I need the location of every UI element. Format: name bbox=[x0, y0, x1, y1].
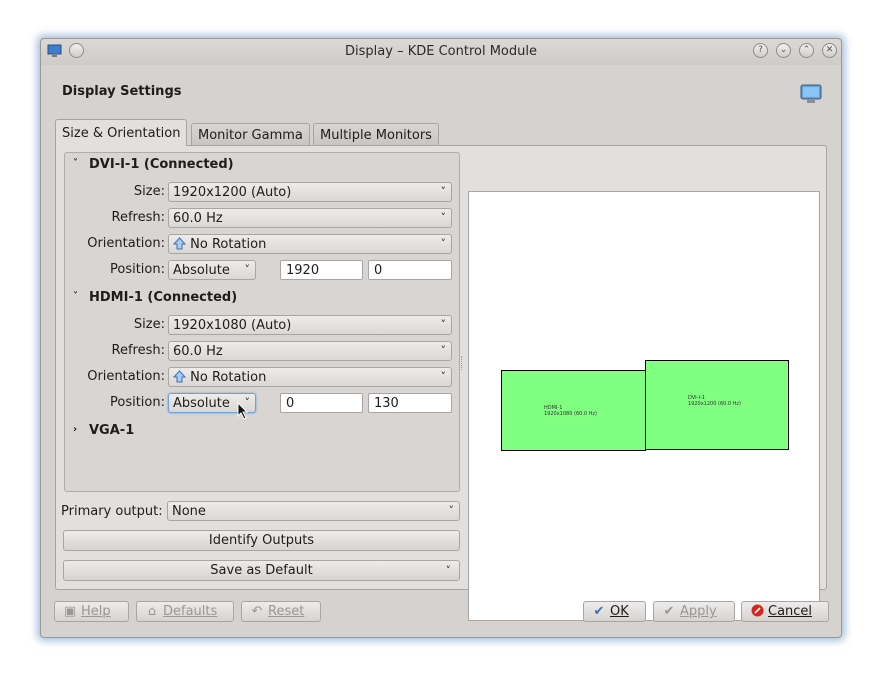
chevron-down-icon: ˅ bbox=[440, 185, 447, 198]
hdmi-orientation-select[interactable]: No Rotation ˅ bbox=[168, 367, 452, 387]
display-monitor-icon bbox=[800, 84, 822, 103]
defaults-label: Defaults bbox=[163, 604, 218, 619]
chevron-down-icon: ˅ bbox=[448, 504, 455, 517]
hdmi-section-title[interactable]: HDMI-1 (Connected) bbox=[89, 290, 237, 305]
chevron-down-icon: ˅ bbox=[440, 318, 447, 331]
rotation-up-arrow-icon bbox=[172, 370, 187, 383]
vga-expand-chevron-icon[interactable]: › bbox=[73, 424, 77, 435]
hdmi-refresh-value: 60.0 Hz bbox=[173, 344, 223, 359]
dvi-preview-text: DVI-I-1 1920x1200 (60.0 Hz) bbox=[688, 395, 741, 407]
dvi-preview-mode: 1920x1200 (60.0 Hz) bbox=[688, 401, 742, 407]
window-title: Display – KDE Control Module bbox=[345, 44, 537, 59]
hdmi-orientation-label: Orientation: bbox=[87, 369, 165, 384]
chevron-down-icon: ˅ bbox=[440, 237, 447, 250]
cancel-button[interactable]: Cancel bbox=[741, 601, 829, 622]
splitter-handle[interactable] bbox=[461, 356, 465, 370]
reset-button[interactable]: ↶ Reset bbox=[241, 601, 321, 622]
dvi-refresh-label: Refresh: bbox=[111, 210, 165, 225]
tab-panel: ˅ DVI-I-1 (Connected) Size: 1920x1200 (A… bbox=[55, 145, 827, 621]
hdmi-position-y-input[interactable]: 130 bbox=[368, 393, 452, 413]
cancel-label: Cancel bbox=[768, 604, 813, 619]
hdmi-refresh-label: Refresh: bbox=[111, 343, 165, 358]
dvi-position-mode-select[interactable]: Absolute ˅ bbox=[168, 260, 256, 280]
primary-output-select[interactable]: None ˅ bbox=[167, 501, 460, 521]
apply-label: Apply bbox=[680, 604, 717, 619]
chevron-down-icon: ˅ bbox=[440, 370, 447, 383]
save-as-default-button[interactable]: Save as Default ˅ bbox=[63, 560, 460, 581]
rotation-up-arrow-icon bbox=[172, 237, 187, 250]
monitor-layout-preview: HDMI-1 1920x1080 (60.0 Hz) DVI-I-1 1920x… bbox=[468, 191, 820, 621]
apply-button[interactable]: ✔ Apply bbox=[653, 601, 735, 622]
primary-output-value: None bbox=[172, 504, 206, 519]
dvi-orientation-select[interactable]: No Rotation ˅ bbox=[168, 234, 452, 254]
outputs-panel: ˅ DVI-I-1 (Connected) Size: 1920x1200 (A… bbox=[64, 152, 460, 492]
dvi-collapse-chevron-icon[interactable]: ˅ bbox=[73, 158, 78, 169]
chevron-down-icon: ˅ bbox=[440, 211, 447, 224]
minimize-button[interactable]: ⌄ bbox=[776, 43, 791, 58]
maximize-button[interactable]: ⌃ bbox=[799, 43, 814, 58]
defaults-icon: ⌂ bbox=[147, 604, 157, 619]
dvi-monitor-preview[interactable]: DVI-I-1 1920x1200 (60.0 Hz) bbox=[645, 360, 789, 450]
hdmi-collapse-chevron-icon[interactable]: ˅ bbox=[73, 291, 78, 302]
dvi-size-label: Size: bbox=[133, 184, 165, 199]
dvi-position-x-input[interactable]: 1920 bbox=[280, 260, 363, 280]
kde-display-window: Display – KDE Control Module ? ⌄ ⌃ ✕ Dis… bbox=[40, 38, 842, 638]
close-button[interactable]: ✕ bbox=[822, 43, 837, 58]
hdmi-position-label: Position: bbox=[110, 395, 165, 410]
help-label: Help bbox=[81, 604, 111, 619]
dvi-size-value: 1920x1200 (Auto) bbox=[173, 185, 292, 200]
hdmi-refresh-select[interactable]: 60.0 Hz ˅ bbox=[168, 341, 452, 361]
hdmi-size-select[interactable]: 1920x1080 (Auto) ˅ bbox=[168, 315, 452, 335]
reset-label: Reset bbox=[268, 604, 305, 619]
ok-button[interactable]: ✔ OK bbox=[583, 601, 646, 622]
chevron-down-icon: ˅ bbox=[244, 263, 251, 276]
vga-section-title[interactable]: VGA-1 bbox=[89, 423, 134, 438]
cancel-icon bbox=[750, 602, 764, 621]
primary-output-label: Primary output: bbox=[61, 504, 163, 519]
hdmi-orientation-value: No Rotation bbox=[190, 370, 267, 385]
dvi-refresh-value: 60.0 Hz bbox=[173, 211, 223, 226]
hdmi-monitor-preview[interactable]: HDMI-1 1920x1080 (60.0 Hz) bbox=[501, 370, 646, 451]
checkmark-icon: ✔ bbox=[593, 604, 605, 619]
hdmi-position-x-input[interactable]: 0 bbox=[280, 393, 363, 413]
tab-multiple-monitors[interactable]: Multiple Monitors bbox=[313, 123, 439, 145]
tab-size-orientation[interactable]: Size & Orientation bbox=[55, 119, 188, 146]
hdmi-size-label: Size: bbox=[133, 317, 165, 332]
chevron-down-icon: ˅ bbox=[440, 344, 447, 357]
undo-icon: ↶ bbox=[251, 604, 263, 619]
dvi-refresh-select[interactable]: 60.0 Hz ˅ bbox=[168, 208, 452, 228]
checkmark-icon: ✔ bbox=[663, 604, 675, 619]
hdmi-size-value: 1920x1080 (Auto) bbox=[173, 318, 292, 333]
help-context-button[interactable]: ? bbox=[753, 43, 768, 58]
dvi-section-title[interactable]: DVI-I-1 (Connected) bbox=[89, 157, 234, 172]
dvi-orientation-label: Orientation: bbox=[87, 236, 165, 251]
hdmi-position-mode-value: Absolute bbox=[173, 396, 230, 411]
defaults-button[interactable]: ⌂ Defaults bbox=[136, 601, 234, 622]
hdmi-preview-text: HDMI-1 1920x1080 (60.0 Hz) bbox=[544, 405, 597, 417]
mouse-cursor-icon bbox=[237, 402, 249, 420]
title-bar[interactable]: Display – KDE Control Module ? ⌄ ⌃ ✕ bbox=[41, 39, 841, 65]
help-button[interactable]: ▣ Help bbox=[54, 601, 129, 622]
dvi-position-mode-value: Absolute bbox=[173, 263, 230, 278]
identify-outputs-button[interactable]: Identify Outputs bbox=[63, 530, 460, 551]
help-icon: ▣ bbox=[63, 604, 77, 619]
page-title: Display Settings bbox=[62, 84, 182, 99]
tab-monitor-gamma[interactable]: Monitor Gamma bbox=[191, 123, 310, 145]
dvi-position-label: Position: bbox=[110, 262, 165, 277]
hdmi-preview-mode: 1920x1080 (60.0 Hz) bbox=[544, 411, 598, 417]
chevron-down-icon: ˅ bbox=[445, 564, 452, 577]
dvi-size-select[interactable]: 1920x1200 (Auto) ˅ bbox=[168, 182, 452, 202]
ok-label: OK bbox=[610, 604, 629, 619]
dvi-orientation-value: No Rotation bbox=[190, 237, 267, 252]
save-as-default-label: Save as Default bbox=[210, 563, 313, 578]
dvi-position-y-input[interactable]: 0 bbox=[368, 260, 452, 280]
